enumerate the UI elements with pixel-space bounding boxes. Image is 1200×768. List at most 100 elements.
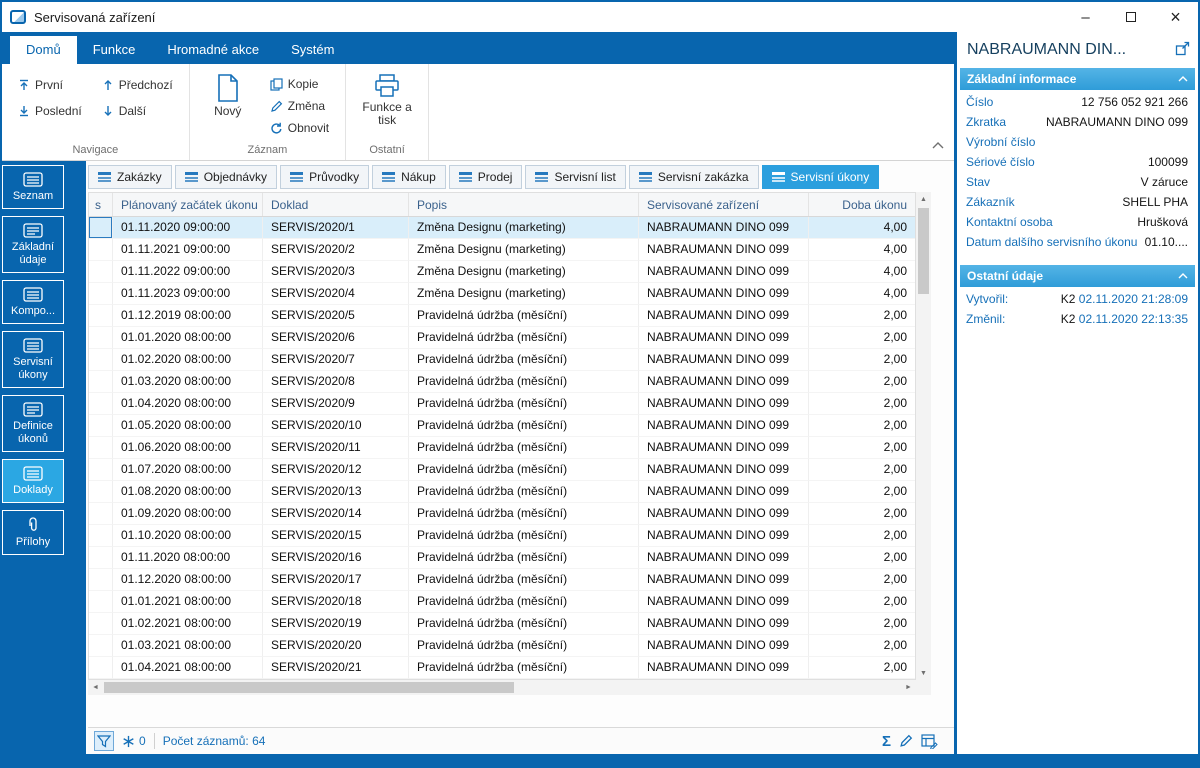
cell-doba: 2,00 xyxy=(809,525,915,547)
edit-icon[interactable] xyxy=(899,734,913,748)
copy-button[interactable]: Kopie xyxy=(266,75,333,93)
close-button[interactable]: × xyxy=(1153,2,1198,32)
table-icon xyxy=(184,171,198,183)
tab-servisni-ukony[interactable]: Servisní úkony xyxy=(761,165,880,189)
detail-field: Zákazník SHELL PHA xyxy=(960,192,1195,212)
column-header-zarizeni[interactable]: Servisované zařízení xyxy=(639,193,809,216)
tab-prodej[interactable]: Prodej xyxy=(448,165,523,189)
scroll-down-icon[interactable]: ▼ xyxy=(916,666,931,680)
minimize-button[interactable]: – xyxy=(1063,2,1108,32)
ribbon-collapse-button[interactable] xyxy=(932,136,944,154)
table-row[interactable]: 01.12.2019 08:00:00 SERVIS/2020/5 Pravid… xyxy=(89,305,915,327)
column-header-s[interactable]: s xyxy=(89,193,113,216)
refresh-button[interactable]: Obnovit xyxy=(266,119,333,137)
star-filter-indicator[interactable]: 0 xyxy=(122,734,146,748)
cell-doba: 2,00 xyxy=(809,371,915,393)
cell-start: 01.02.2021 08:00:00 xyxy=(113,613,263,635)
open-in-window-icon[interactable] xyxy=(1175,41,1190,61)
group-label-zaznam: Záznam xyxy=(247,144,288,156)
sidebar: Seznam Základní údaje Kompo... Servisní … xyxy=(2,161,86,754)
maximize-button[interactable] xyxy=(1108,2,1153,32)
table-row[interactable]: 01.07.2020 08:00:00 SERVIS/2020/12 Pravi… xyxy=(89,459,915,481)
change-button[interactable]: Změna xyxy=(266,97,333,115)
ribbon-tab-domu[interactable]: Domů xyxy=(10,36,77,64)
scroll-up-icon[interactable]: ▲ xyxy=(916,192,931,206)
table-row[interactable]: 01.02.2020 08:00:00 SERVIS/2020/7 Pravid… xyxy=(89,349,915,371)
vertical-scroll-thumb[interactable] xyxy=(918,208,929,294)
table-row[interactable]: 01.05.2020 08:00:00 SERVIS/2020/10 Pravi… xyxy=(89,415,915,437)
cell-status xyxy=(89,569,113,591)
tab-nakup[interactable]: Nákup xyxy=(372,165,446,189)
column-header-doba[interactable]: Doba úkonu xyxy=(809,193,915,216)
table-row[interactable]: 01.11.2021 09:00:00 SERVIS/2020/2 Změna … xyxy=(89,239,915,261)
cell-popis: Pravidelná údržba (měsíční) xyxy=(409,415,639,437)
window-title: Servisovaná zařízení xyxy=(34,9,156,25)
table-row[interactable]: 01.11.2020 09:00:00 SERVIS/2020/1 Změna … xyxy=(89,217,915,239)
vertical-scrollbar[interactable]: ▲ ▼ xyxy=(916,192,931,680)
table-row[interactable]: 01.04.2021 08:00:00 SERVIS/2020/21 Pravi… xyxy=(89,657,915,679)
sidebar-item-doklady[interactable]: Doklady xyxy=(2,459,64,503)
filter-button[interactable] xyxy=(94,731,114,751)
table-row[interactable]: 01.03.2020 08:00:00 SERVIS/2020/8 Pravid… xyxy=(89,371,915,393)
app-icon xyxy=(10,10,26,24)
tab-servisni-zakazka[interactable]: Servisní zakázka xyxy=(628,165,759,189)
field-label: Vytvořil: xyxy=(966,292,1009,306)
previous-button[interactable]: Předchozí xyxy=(98,76,177,94)
table-row[interactable]: 01.10.2020 08:00:00 SERVIS/2020/15 Pravi… xyxy=(89,525,915,547)
column-header-doklad[interactable]: Doklad xyxy=(263,193,409,216)
section-header[interactable]: Ostatní údaje xyxy=(960,265,1195,287)
functions-print-button[interactable]: Funkce a tisk xyxy=(358,70,416,142)
table-row[interactable]: 01.08.2020 08:00:00 SERVIS/2020/13 Pravi… xyxy=(89,481,915,503)
sidebar-item-seznam[interactable]: Seznam xyxy=(2,165,64,209)
table-row[interactable]: 01.11.2022 09:00:00 SERVIS/2020/3 Změna … xyxy=(89,261,915,283)
horizontal-scrollbar[interactable]: ◄ ► xyxy=(88,680,916,695)
ribbon-tab-hromadne-akce[interactable]: Hromadné akce xyxy=(151,36,275,64)
cell-doba: 2,00 xyxy=(809,635,915,657)
cell-zarizeni: NABRAUMANN DINO 099 xyxy=(639,349,809,371)
detail-field: Výrobní číslo xyxy=(960,132,1195,152)
table-row[interactable]: 01.06.2020 08:00:00 SERVIS/2020/11 Pravi… xyxy=(89,437,915,459)
sidebar-item-definice-ukonu[interactable]: Definice úkonů xyxy=(2,395,64,452)
table-row[interactable]: 01.01.2021 08:00:00 SERVIS/2020/18 Pravi… xyxy=(89,591,915,613)
section-header[interactable]: Základní informace xyxy=(960,68,1195,90)
cell-start: 01.03.2020 08:00:00 xyxy=(113,371,263,393)
column-header-start[interactable]: Plánovaný začátek úkonu xyxy=(113,193,263,216)
scroll-right-icon[interactable]: ► xyxy=(901,681,916,695)
sidebar-item-servisni-ukony[interactable]: Servisní úkony xyxy=(2,331,64,388)
scroll-left-icon[interactable]: ◄ xyxy=(88,681,103,695)
tab-pruvodky[interactable]: Průvodky xyxy=(280,165,370,189)
horizontal-scroll-thumb[interactable] xyxy=(104,682,514,693)
field-label: Zkratka xyxy=(966,115,1007,129)
table-row[interactable]: 01.02.2021 08:00:00 SERVIS/2020/19 Pravi… xyxy=(89,613,915,635)
next-button[interactable]: Další xyxy=(98,102,177,120)
tab-objednavky[interactable]: Objednávky xyxy=(174,165,278,189)
field-datetime: 02.11.2020 22:13:35 xyxy=(1078,312,1188,326)
asterisk-icon xyxy=(123,735,134,747)
field-label: Výrobní číslo xyxy=(966,135,1036,149)
table-row[interactable]: 01.09.2020 08:00:00 SERVIS/2020/14 Pravi… xyxy=(89,503,915,525)
column-header-popis[interactable]: Popis xyxy=(409,193,639,216)
table-row[interactable]: 01.11.2023 09:00:00 SERVIS/2020/4 Změna … xyxy=(89,283,915,305)
table-row[interactable]: 01.12.2020 08:00:00 SERVIS/2020/17 Pravi… xyxy=(89,569,915,591)
table-row[interactable]: 01.01.2020 08:00:00 SERVIS/2020/6 Pravid… xyxy=(89,327,915,349)
field-value: Hrušková xyxy=(1137,215,1188,229)
sidebar-item-zakladni-udaje[interactable]: Základní údaje xyxy=(2,216,64,273)
table-row[interactable]: 01.11.2020 08:00:00 SERVIS/2020/16 Pravi… xyxy=(89,547,915,569)
table-row[interactable]: 01.04.2020 08:00:00 SERVIS/2020/9 Pravid… xyxy=(89,393,915,415)
ribbon-tab-system[interactable]: Systém xyxy=(275,36,350,64)
new-button[interactable]: Nový xyxy=(202,70,254,142)
cell-doba: 2,00 xyxy=(809,481,915,503)
table-row[interactable]: 01.03.2021 08:00:00 SERVIS/2020/20 Pravi… xyxy=(89,635,915,657)
tab-servisni-list[interactable]: Servisní list xyxy=(525,165,626,189)
last-button[interactable]: Poslední xyxy=(14,102,86,120)
sidebar-item-komponenty[interactable]: Kompo... xyxy=(2,280,64,324)
ribbon-tab-funkce[interactable]: Funkce xyxy=(77,36,152,64)
arrow-down-bar-icon xyxy=(20,106,28,117)
sum-icon[interactable]: Σ xyxy=(882,733,891,750)
cell-popis: Změna Designu (marketing) xyxy=(409,217,639,239)
first-button[interactable]: První xyxy=(14,76,86,94)
cell-zarizeni: NABRAUMANN DINO 099 xyxy=(639,569,809,591)
sidebar-item-prilohy[interactable]: Přílohy xyxy=(2,510,64,555)
table-edit-icon[interactable] xyxy=(921,733,938,749)
tab-zakazky[interactable]: Zakázky xyxy=(88,165,172,189)
